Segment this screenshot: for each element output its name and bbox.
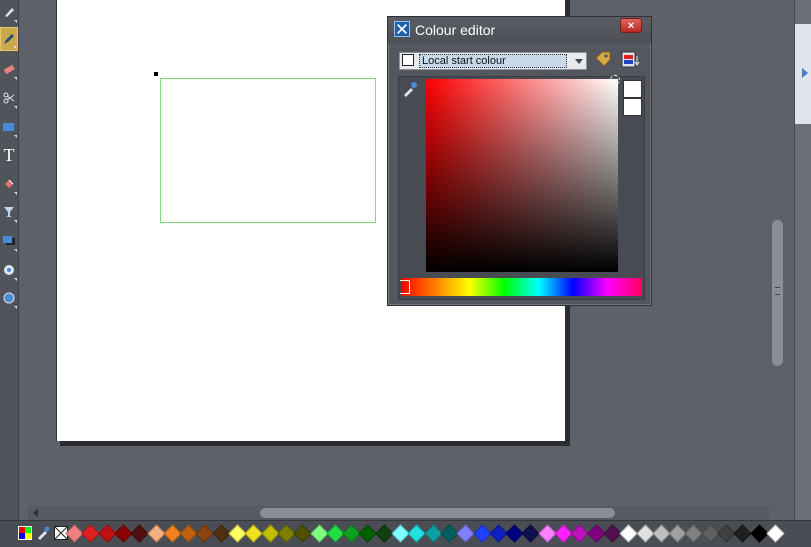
fill-icon	[5, 179, 14, 188]
tag-icon[interactable]	[593, 50, 613, 70]
colour-picker-icon[interactable]	[18, 526, 32, 540]
options-menu-icon[interactable]	[621, 50, 641, 70]
eraser-icon	[3, 64, 15, 75]
original-colour-swatch	[623, 98, 642, 116]
tools-toolbar: T	[0, 0, 19, 520]
colour-picker-marker[interactable]	[610, 75, 620, 85]
shadow-tool[interactable]	[0, 229, 18, 253]
hue-slider[interactable]	[401, 278, 642, 296]
close-icon: ×	[627, 19, 635, 32]
selector-tool[interactable]	[0, 0, 18, 24]
dropdown-arrow-icon[interactable]	[572, 54, 585, 68]
rectangle-shape[interactable]	[160, 78, 376, 223]
close-button[interactable]: ×	[620, 18, 642, 33]
glass-icon	[4, 207, 14, 217]
freehand-tool[interactable]	[0, 27, 18, 51]
current-colour-swatch	[623, 80, 642, 98]
eyedropper-icon[interactable]	[36, 526, 50, 540]
pen-nib-icon	[5, 8, 14, 17]
target-colour-swatch	[402, 54, 414, 66]
horizontal-scroll-thumb[interactable]	[260, 508, 615, 518]
eyedropper-tool-icon[interactable]	[402, 81, 418, 97]
dialog-title: Colour editor	[415, 22, 496, 38]
scroll-left-icon[interactable]	[33, 509, 38, 517]
transparency-tool[interactable]	[0, 200, 18, 224]
bevel-icon	[4, 265, 14, 275]
text-tool-glyph: T	[3, 145, 15, 165]
expand-arrow-icon[interactable]	[802, 68, 808, 78]
vertical-grip-icon	[775, 287, 780, 295]
rectangle-icon	[3, 123, 14, 131]
scissors-icon	[3, 92, 15, 104]
contour-tool[interactable]	[0, 86, 18, 110]
mould-icon	[3, 292, 15, 304]
shadow-icon	[3, 236, 15, 245]
pen-icon	[4, 34, 14, 44]
rectangle-tool[interactable]	[0, 115, 18, 139]
saturation-value-picker[interactable]	[426, 79, 618, 272]
application-window: T Colour editor × Local start colour	[0, 0, 811, 547]
bevel-tool[interactable]	[0, 258, 18, 282]
colour-target-label[interactable]: Local start colour	[419, 54, 567, 68]
fill-tool[interactable]	[0, 172, 18, 196]
text-tool[interactable]: T	[0, 143, 18, 167]
hue-slider-marker[interactable]	[400, 280, 410, 294]
app-logo-icon	[394, 21, 410, 37]
selection-handle[interactable]	[154, 72, 158, 76]
mould-tool[interactable]	[0, 286, 18, 310]
eraser-tool[interactable]	[0, 57, 18, 81]
